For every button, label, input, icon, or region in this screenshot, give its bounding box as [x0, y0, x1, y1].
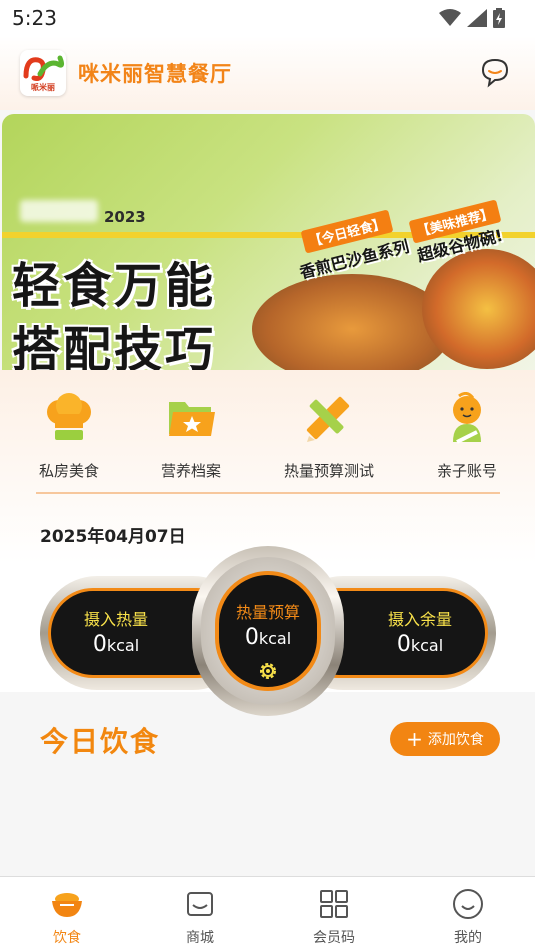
quick-action-label: 亲子账号 — [436, 462, 497, 480]
child-avatar-icon — [453, 392, 481, 444]
chef-hat-icon — [47, 393, 91, 440]
quick-action-nutrition[interactable]: 营养档案 — [156, 390, 226, 481]
tab-label: 饮食 — [53, 930, 81, 946]
logo-mark-icon — [23, 55, 65, 81]
budget-label: 热量预算 — [235, 603, 300, 622]
quick-action-private-food[interactable]: 私房美食 — [34, 390, 104, 481]
budget-value: 0 — [244, 625, 259, 650]
banner-headline-1: 轻食万能 — [12, 258, 217, 314]
food-bowl-image — [252, 274, 452, 370]
cell-signal-icon — [467, 9, 487, 27]
intake-metric: 摄入热量 0kcal — [46, 606, 186, 657]
smile-face-icon — [453, 889, 483, 919]
remaining-value: 0 — [396, 632, 411, 657]
status-time: 5:23 — [12, 6, 57, 30]
gear-icon[interactable] — [256, 659, 280, 683]
dashboard-date: 2025年04月07日 — [40, 527, 186, 547]
intake-unit: kcal — [106, 636, 140, 655]
quick-action-family-account[interactable]: 亲子账号 — [432, 390, 502, 481]
banner-brand-mark — [20, 200, 98, 222]
battery-icon — [493, 8, 505, 28]
tab-label: 我的 — [454, 930, 482, 946]
remaining-unit: kcal — [410, 636, 444, 655]
quick-action-label: 私房美食 — [38, 462, 99, 480]
rice-bowl-icon — [52, 893, 82, 917]
status-icons — [439, 8, 505, 28]
section-divider — [36, 492, 500, 494]
add-diet-label: 添加饮食 — [427, 732, 484, 748]
intake-value: 0 — [92, 632, 107, 657]
plus-icon: + — [406, 727, 423, 751]
app-header: 哌米丽 咪米丽智慧餐厅 — [0, 36, 535, 110]
quick-action-label: 热量预算测试 — [283, 462, 374, 480]
remaining-label: 摄入余量 — [387, 610, 452, 629]
budget-dial: 热量预算 0kcal — [192, 546, 344, 716]
status-bar: 5:23 — [0, 0, 535, 36]
remaining-metric: 摄入余量 0kcal — [350, 606, 490, 657]
bottom-tab-bar: 饮食 商城 会员码 我的 — [0, 876, 535, 951]
quick-action-label: 营养档案 — [160, 462, 221, 480]
shopping-bag-icon — [187, 892, 213, 916]
qr-code-icon — [320, 890, 348, 918]
add-diet-button[interactable]: + 添加饮食 — [390, 722, 500, 756]
banner-headline-2: 搭配技巧 — [12, 322, 217, 370]
tab-mall[interactable]: 商城 — [155, 887, 245, 947]
quick-action-calorie-test[interactable]: 热量预算测试 — [279, 390, 379, 481]
logo-text: 哌米丽 — [31, 83, 55, 92]
intake-label: 摄入热量 — [83, 610, 148, 629]
wifi-icon — [439, 9, 461, 26]
budget-unit: kcal — [258, 629, 292, 648]
budget-metric: 热量预算 0kcal — [198, 599, 338, 650]
ruler-pencil-icon — [306, 396, 350, 442]
tab-label: 会员码 — [313, 930, 355, 946]
tab-label: 商城 — [186, 930, 214, 946]
tab-member-code[interactable]: 会员码 — [289, 887, 379, 947]
chat-button[interactable] — [479, 56, 511, 88]
promo-banner[interactable]: 2023 轻食万能 搭配技巧 【今日轻食】 香煎巴沙鱼系列 【美味推荐】 超级谷… — [2, 114, 535, 370]
tab-diet[interactable]: 饮食 — [22, 887, 112, 947]
app-title: 咪米丽智慧餐厅 — [78, 62, 232, 86]
banner-year: 2023 — [104, 208, 146, 226]
star-folder-icon — [169, 402, 215, 436]
today-diet-title: 今日饮食 — [40, 725, 161, 758]
tab-profile[interactable]: 我的 — [423, 887, 513, 947]
chat-bubble-icon — [481, 58, 509, 88]
app-logo: 哌米丽 — [20, 50, 66, 96]
